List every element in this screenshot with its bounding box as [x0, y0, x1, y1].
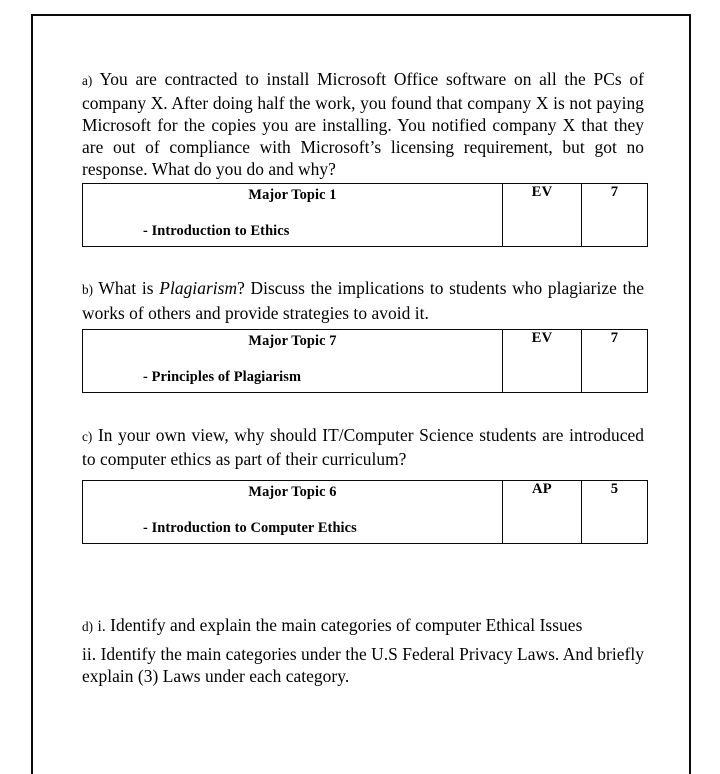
topic-title-b: Major Topic 7 — [248, 332, 337, 349]
question-d-body-i: Identify and explain the main categories… — [110, 614, 583, 635]
table-row: Major Topic 7 - Principles of Plagiarism… — [82, 328, 648, 393]
marks-c: 5 — [581, 479, 648, 544]
topic-title-a: Major Topic 1 — [248, 187, 337, 204]
table-row: Major Topic 1 - Introduction to Ethics E… — [82, 183, 648, 248]
topic-cell-a: Major Topic 1 - Introduction to Ethics — [82, 183, 503, 248]
page-border-frame: a) You are contracted to install Microso… — [31, 14, 691, 774]
question-b-text: b) What is Plagiarism? Discuss the impli… — [82, 277, 644, 323]
question-b-italic-term: Plagiarism — [159, 278, 238, 299]
assessment-code-b: EV — [502, 328, 582, 393]
topic-subtitle-a: - Introduction to Ethics — [143, 223, 290, 240]
question-c-body: In your own view, why should IT/Computer… — [82, 424, 645, 469]
topic-subtitle-b: - Principles of Plagiarism — [143, 368, 302, 385]
question-block-a: a) You are contracted to install Microso… — [82, 68, 648, 248]
marks-a: 7 — [581, 183, 648, 248]
question-marker-a: a) — [82, 73, 93, 88]
question-block-d: d) i. Identify and explain the main cate… — [82, 614, 644, 687]
assessment-code-c: AP — [502, 479, 582, 544]
topic-cell-c: Major Topic 6 - Introduction to Computer… — [82, 479, 503, 544]
question-marker-c: c) — [82, 428, 93, 444]
topic-subtitle-c: - Introduction to Computer Ethics — [143, 519, 357, 536]
question-d-submarker-ii: ii. — [82, 643, 97, 664]
assessment-code-a: EV — [502, 183, 582, 248]
question-block-b: b) What is Plagiarism? Discuss the impli… — [82, 277, 648, 393]
topic-table-a: Major Topic 1 - Introduction to Ethics E… — [82, 183, 648, 248]
question-d-item-i: d) i. Identify and explain the main cate… — [82, 614, 644, 638]
question-c-text: c) In your own view, why should IT/Compu… — [82, 424, 644, 470]
marks-b: 7 — [581, 328, 648, 393]
question-b-body-part1: What is — [98, 278, 160, 299]
topic-table-c: Major Topic 6 - Introduction to Computer… — [82, 479, 648, 544]
question-marker-d: d) — [82, 618, 94, 634]
topic-title-c: Major Topic 6 — [248, 483, 337, 500]
question-a-body: You are contracted to install Microsoft … — [82, 69, 644, 180]
question-d-body-ii: Identify the main categories under the U… — [82, 643, 644, 687]
question-d-submarker-i: i. — [97, 617, 106, 635]
page-content: a) You are contracted to install Microso… — [82, 68, 648, 687]
topic-cell-b: Major Topic 7 - Principles of Plagiarism — [82, 328, 503, 393]
topic-table-b: Major Topic 7 - Principles of Plagiarism… — [82, 328, 648, 393]
question-d-item-ii: ii. Identify the main categories under t… — [82, 643, 644, 687]
question-block-c: c) In your own view, why should IT/Compu… — [82, 424, 648, 544]
question-marker-b: b) — [82, 282, 94, 298]
table-row: Major Topic 6 - Introduction to Computer… — [82, 479, 648, 544]
question-a-text: a) You are contracted to install Microso… — [82, 68, 644, 180]
